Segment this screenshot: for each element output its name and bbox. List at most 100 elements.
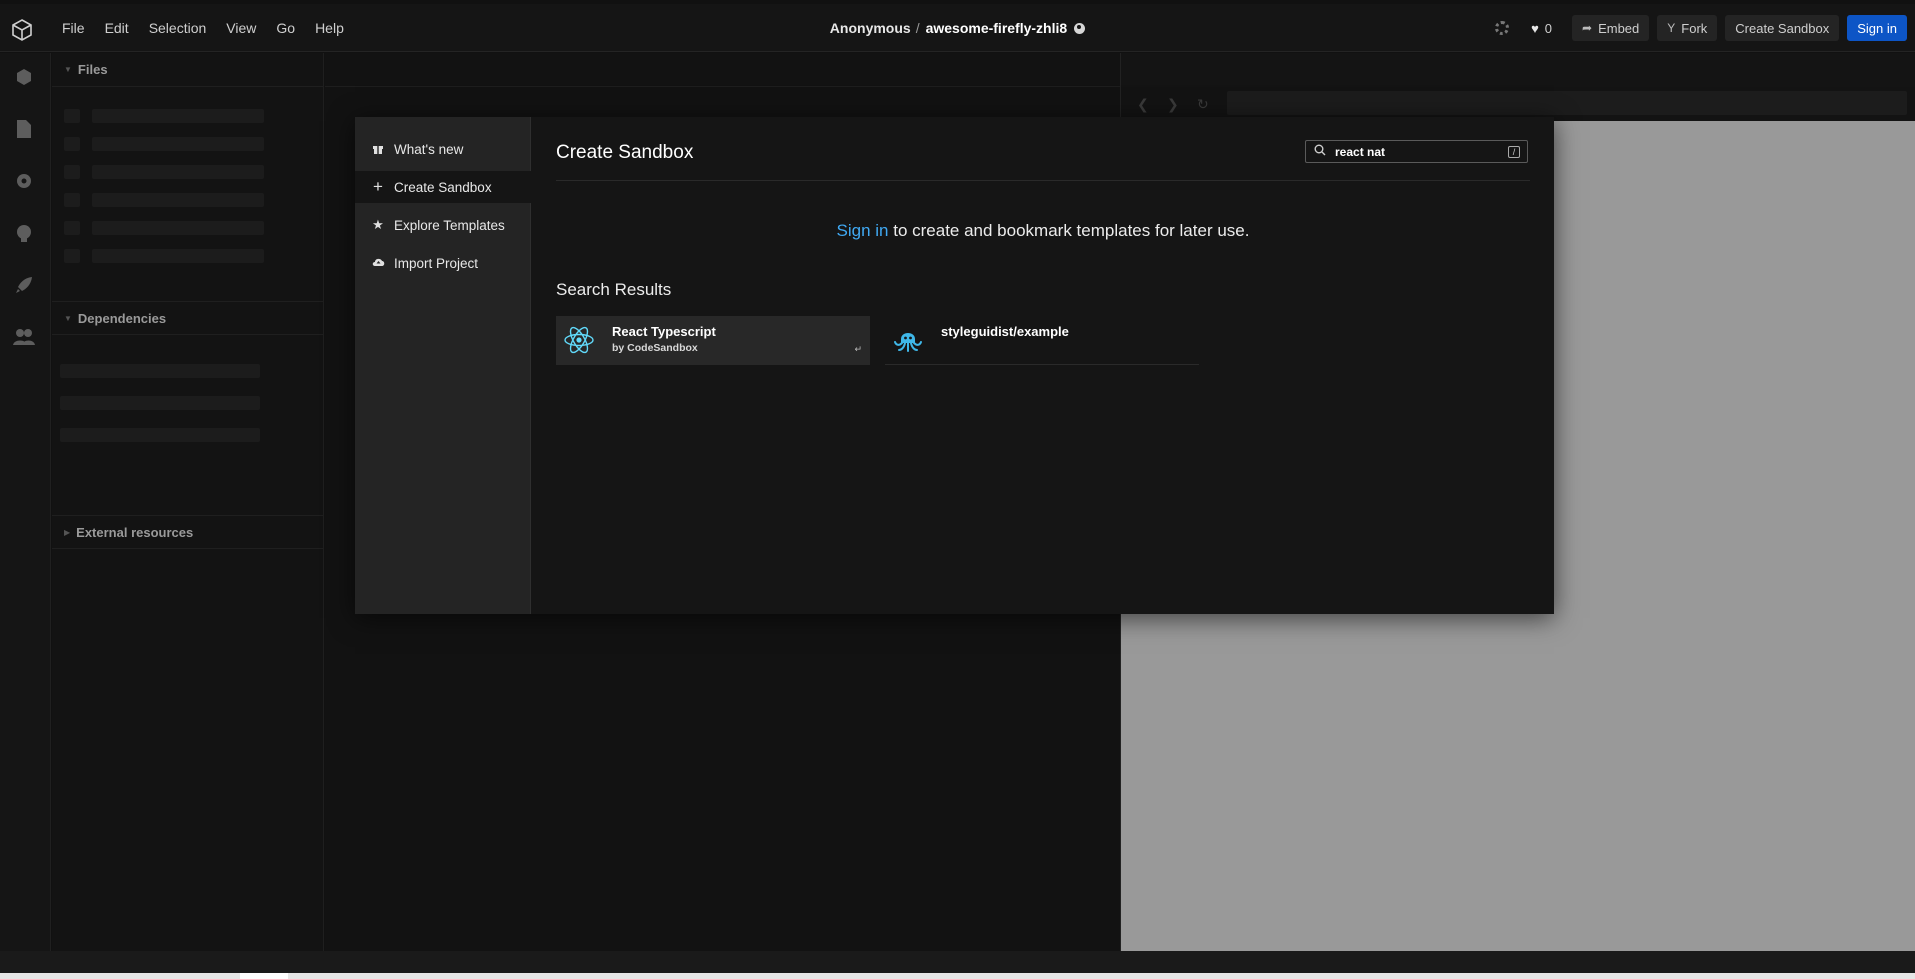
menu-view[interactable]: View [216, 20, 266, 36]
fork-icon: Y [1667, 21, 1676, 35]
sandbox-name[interactable]: awesome-firefly-zhli8 [926, 20, 1068, 36]
menu-go[interactable]: Go [266, 20, 305, 36]
settings-gear-icon[interactable] [1495, 21, 1510, 35]
modal-sidebar: What's new + Create Sandbox ★ Explore Te… [355, 117, 531, 614]
signin-link[interactable]: Sign in [837, 221, 889, 240]
sign-in-button[interactable]: Sign in [1847, 15, 1907, 41]
embed-label: Embed [1598, 20, 1640, 36]
likes-count: 0 [1544, 20, 1553, 36]
template-name: styleguidist/example [941, 324, 1069, 339]
menu-bar: File Edit Selection View Go Help [52, 4, 354, 52]
fork-button[interactable]: Y Fork [1657, 15, 1718, 41]
create-sandbox-label: Create Sandbox [1735, 20, 1830, 36]
sign-in-label: Sign in [1857, 20, 1897, 36]
menu-help[interactable]: Help [305, 20, 354, 36]
owner-name: Anonymous [829, 20, 911, 36]
menu-file[interactable]: File [52, 20, 95, 36]
modal-content: Create Sandbox react nat / Sign in to cr… [532, 117, 1554, 614]
modal-nav-import-project[interactable]: Import Project [355, 247, 531, 279]
modal-title: Create Sandbox [556, 142, 694, 163]
embed-button[interactable]: ➦ Embed [1572, 15, 1650, 41]
template-search-input[interactable]: react nat / [1305, 140, 1528, 163]
files-label: Files [77, 62, 108, 77]
react-icon [564, 326, 594, 354]
dependencies-section-header[interactable]: ▼ Dependencies [52, 301, 324, 335]
external-resources-label: External resources [76, 524, 194, 540]
fork-label: Fork [1681, 20, 1708, 36]
skeleton-line [64, 249, 80, 263]
globe-icon[interactable] [1074, 22, 1086, 34]
plus-icon: + [373, 177, 383, 196]
activity-bar [0, 53, 51, 951]
template-card-styleguidist-example[interactable]: styleguidist/example [885, 316, 1199, 365]
skeleton-line [60, 428, 260, 442]
skeleton-line [64, 221, 80, 235]
skeleton-line [92, 109, 264, 123]
modal-nav-label: What's new [394, 141, 464, 157]
create-sandbox-button[interactable]: Create Sandbox [1725, 15, 1840, 41]
shortcut-hint: / [1508, 146, 1520, 158]
modal-nav-create-sandbox[interactable]: + Create Sandbox [355, 171, 531, 203]
breadcrumb-separator: / [915, 20, 920, 36]
skeleton-line [64, 137, 80, 151]
chevron-down-icon: ▼ [64, 313, 72, 323]
header-actions: ♥ 0 ➦ Embed Y Fork Create Sandbox Sign i… [1495, 4, 1907, 52]
users-icon[interactable] [12, 325, 36, 349]
skeleton-line [92, 249, 264, 263]
files-section-header[interactable]: ▼ Files [52, 53, 324, 87]
editor-tab-bar [325, 53, 1120, 87]
share-arrow-icon: ➦ [1582, 21, 1593, 35]
skeleton-line [92, 137, 264, 151]
signin-message: Sign in to create and bookmark templates… [532, 221, 1554, 241]
template-author: by CodeSandbox [612, 342, 698, 354]
gift-icon [367, 142, 389, 157]
skeleton-line [92, 193, 264, 207]
octopus-icon [894, 333, 922, 352]
modal-nav-label: Create Sandbox [394, 179, 492, 195]
modal-divider [556, 180, 1530, 181]
modal-nav-explore-templates[interactable]: ★ Explore Templates [355, 209, 531, 241]
gear-icon[interactable] [12, 169, 36, 193]
menu-edit[interactable]: Edit [95, 20, 139, 36]
template-card-react-typescript[interactable]: React Typescript by CodeSandbox ↵ [556, 316, 870, 365]
skeleton-line [60, 396, 260, 410]
back-arrow-icon[interactable]: ❮ [1137, 96, 1149, 113]
skeleton-line [64, 165, 80, 179]
modal-nav-whats-new[interactable]: What's new [355, 133, 531, 165]
codesandbox-logo-icon[interactable] [10, 18, 34, 42]
dependencies-label: Dependencies [77, 310, 167, 326]
forward-arrow-icon[interactable]: ❯ [1167, 96, 1179, 113]
scrollbar-thumb[interactable] [240, 973, 288, 979]
signin-message-text: to create and bookmark templates for lat… [888, 221, 1250, 240]
file-icon[interactable] [12, 117, 36, 141]
search-icon [1314, 144, 1326, 159]
external-resources-section-header[interactable]: ▶ External resources [52, 515, 324, 549]
menu-selection[interactable]: Selection [139, 20, 217, 36]
like-button[interactable]: ♥ 0 [1531, 21, 1552, 36]
skeleton-line [92, 221, 264, 235]
skeleton-line [64, 109, 80, 123]
horizontal-scrollbar[interactable] [0, 973, 1915, 979]
cube-icon[interactable] [12, 65, 36, 89]
preview-url-bar[interactable] [1227, 91, 1907, 115]
skeleton-line [92, 165, 264, 179]
create-sandbox-modal: What's new + Create Sandbox ★ Explore Te… [355, 117, 1554, 614]
heart-icon: ♥ [1531, 20, 1539, 36]
chevron-right-icon: ▶ [64, 527, 71, 537]
modal-nav-label: Import Project [394, 255, 479, 271]
chevron-down-icon: ▼ [64, 65, 72, 74]
skeleton-line [64, 193, 80, 207]
search-results-heading: Search Results [556, 280, 672, 299]
star-icon: ★ [372, 217, 384, 232]
search-value: react nat [1335, 145, 1386, 159]
explorer-panel: ▼ Files ▼ Dependencies ▶ External resour… [52, 53, 324, 951]
rocket-icon[interactable] [12, 273, 36, 297]
refresh-icon[interactable]: ↻ [1197, 96, 1209, 113]
enter-key-icon: ↵ [854, 344, 862, 354]
modal-nav-label: Explore Templates [394, 217, 505, 233]
skeleton-line [60, 364, 260, 378]
cloud-upload-icon [367, 256, 389, 271]
github-icon[interactable] [12, 221, 36, 245]
top-bar: File Edit Selection View Go Help Anonymo… [0, 4, 1915, 52]
template-name: React Typescript [612, 324, 716, 339]
